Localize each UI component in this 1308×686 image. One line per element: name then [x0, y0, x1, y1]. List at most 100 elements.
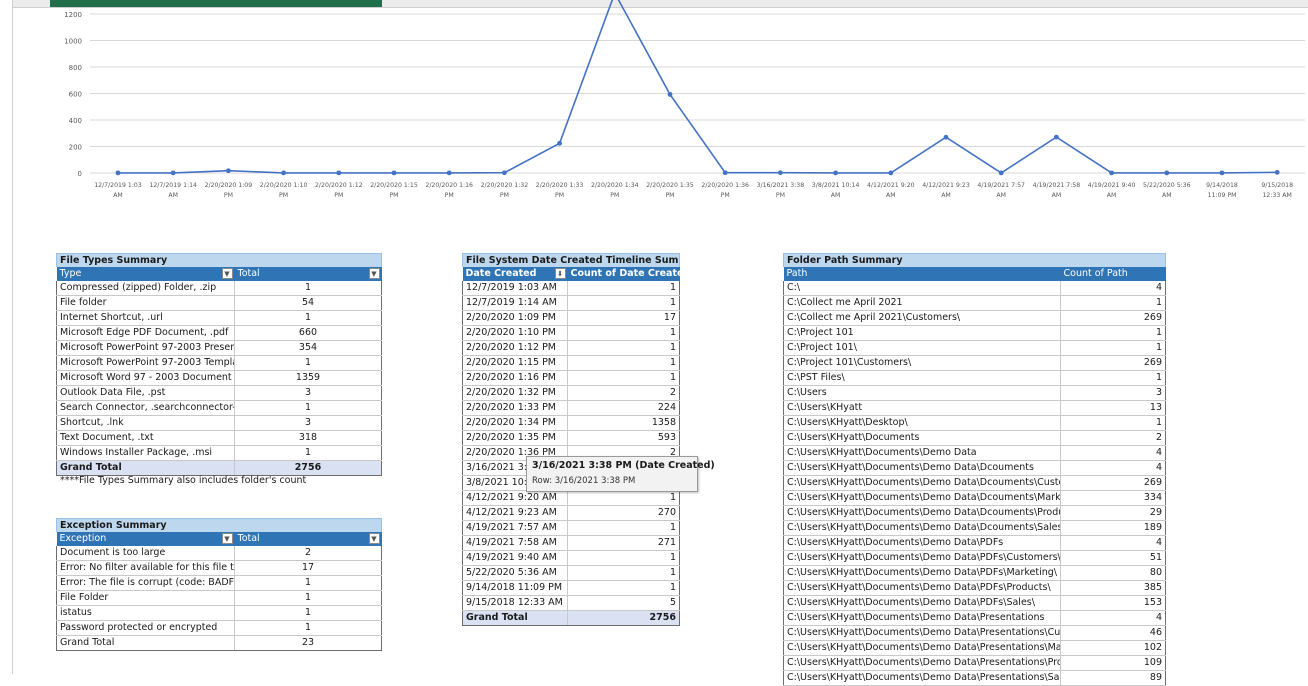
row-label-cell[interactable]: 9/15/2018 12:33 AM — [462, 595, 568, 611]
table-row[interactable]: C:\Project 101 1 — [783, 325, 1166, 341]
table-row[interactable]: 2/20/2020 1:09 PM 17 — [462, 310, 680, 326]
row-label-cell[interactable]: C:\Users\KHyatt\Documents\Demo Data\Pres… — [783, 640, 1061, 656]
table-row[interactable]: C:\PST Files\ 1 — [783, 370, 1166, 386]
row-value-cell[interactable]: 1 — [234, 445, 382, 461]
row-label-cell[interactable]: C:\Users — [783, 385, 1061, 401]
row-value-cell[interactable]: 1 — [1060, 370, 1166, 386]
table-row[interactable]: 2/20/2020 1:10 PM 1 — [462, 325, 680, 341]
row-label-cell[interactable]: 2/20/2020 1:12 PM — [462, 340, 568, 356]
folder-path-table[interactable]: Path Count of Path C:\ 4 C:\Collect me Apr… — [783, 267, 1166, 686]
exception-total-column-header[interactable]: Total ▼ — [234, 532, 382, 546]
table-row[interactable]: C:\Users\KHyatt\Documents\Demo Data\Dcou… — [783, 505, 1166, 521]
table-row[interactable]: C:\Users\KHyatt\Desktop\ 1 — [783, 415, 1166, 431]
row-label-cell[interactable]: 2/20/2020 1:35 PM — [462, 430, 568, 446]
row-value-cell[interactable]: 3 — [234, 385, 382, 401]
row-label-cell[interactable]: 4/19/2021 7:58 AM — [462, 535, 568, 551]
row-value-cell[interactable]: 593 — [567, 430, 680, 446]
row-label-cell[interactable]: C:\Collect me April 2021\Customers\ — [783, 310, 1061, 326]
row-value-cell[interactable]: 17 — [567, 310, 680, 326]
row-value-cell[interactable]: 80 — [1060, 565, 1166, 581]
table-row[interactable]: 4/19/2021 7:58 AM 271 — [462, 535, 680, 551]
row-value-cell[interactable]: 89 — [1060, 670, 1166, 686]
grand-total-value[interactable]: 2756 — [234, 460, 382, 476]
row-label-cell[interactable]: Windows Installer Package, .msi — [56, 445, 235, 461]
table-row[interactable]: C:\Collect me April 2021 1 — [783, 295, 1166, 311]
row-value-cell[interactable]: 102 — [1060, 640, 1166, 656]
row-label-cell[interactable]: 2/20/2020 1:32 PM — [462, 385, 568, 401]
row-label-cell[interactable]: C:\ — [783, 281, 1061, 296]
grand-total-label[interactable]: Grand Total — [56, 460, 235, 476]
table-row[interactable]: C:\Users\KHyatt\Documents\Demo Data\PDFs… — [783, 595, 1166, 611]
table-row[interactable]: C:\Users\KHyatt\Documents\Demo Data\PDFs… — [783, 580, 1166, 596]
table-row[interactable]: Microsoft Edge PDF Document, .pdf 660 — [56, 325, 382, 341]
row-label-cell[interactable]: C:\Users\KHyatt\Documents\Demo Data\PDFs — [783, 535, 1061, 551]
row-value-cell[interactable]: 354 — [234, 340, 382, 356]
data-point[interactable] — [336, 170, 342, 176]
table-row[interactable]: Compressed (zipped) Folder, .zip 1 — [56, 281, 382, 296]
row-label-cell[interactable]: istatus — [56, 605, 235, 621]
row-value-cell[interactable]: 4 — [1060, 610, 1166, 626]
row-value-cell[interactable]: 17 — [234, 560, 382, 576]
row-label-cell[interactable]: C:\Users\KHyatt\Desktop\ — [783, 415, 1061, 431]
row-label-cell[interactable]: C:\Users\KHyatt\Documents\Demo Data\PDFs… — [783, 580, 1061, 596]
row-label-cell[interactable]: Compressed (zipped) Folder, .zip — [56, 281, 235, 296]
row-label-cell[interactable]: C:\Collect me April 2021 — [783, 295, 1061, 311]
data-point[interactable] — [1164, 170, 1170, 176]
data-point[interactable] — [778, 170, 783, 176]
row-value-cell[interactable]: 3 — [1060, 385, 1166, 401]
row-label-cell[interactable]: C:\Project 101\Customers\ — [783, 355, 1061, 371]
row-value-cell[interactable]: 5 — [567, 595, 680, 611]
table-row[interactable]: C:\ 4 — [783, 281, 1166, 296]
row-value-cell[interactable]: 271 — [567, 535, 680, 551]
row-label-cell[interactable]: C:\Users\KHyatt\Documents\Demo Data\PDFs… — [783, 565, 1061, 581]
row-label-cell[interactable]: C:\PST Files\ — [783, 370, 1061, 386]
table-row[interactable]: 4/19/2021 7:57 AM 1 — [462, 520, 680, 536]
row-value-cell[interactable]: 1 — [567, 550, 680, 566]
table-row[interactable]: File Folder 1 — [56, 590, 382, 606]
row-value-cell[interactable]: 269 — [1060, 310, 1166, 326]
table-row[interactable]: Microsoft PowerPoint 97-2003 Presentatio… — [56, 340, 382, 356]
row-value-cell[interactable]: 2 — [234, 546, 382, 561]
row-label-cell[interactable]: 4/12/2021 9:20 AM — [462, 490, 568, 506]
table-row[interactable]: Text Document, .txt 318 — [56, 430, 382, 446]
table-row[interactable]: Error: No filter available for this file… — [56, 560, 382, 576]
row-value-cell[interactable]: 1 — [1060, 325, 1166, 341]
row-label-cell[interactable]: C:\Project 101 — [783, 325, 1061, 341]
data-point[interactable] — [446, 170, 452, 176]
data-point[interactable] — [281, 170, 286, 176]
table-row[interactable]: 2/20/2020 1:16 PM 1 — [462, 370, 680, 386]
row-label-cell[interactable]: 4/19/2021 9:40 AM — [462, 550, 568, 566]
exception-column-header[interactable]: Exception ▼ — [56, 532, 235, 546]
table-row[interactable]: 2/20/2020 1:32 PM 2 — [462, 385, 680, 401]
row-label-cell[interactable]: C:\Users\KHyatt\Documents\Demo Data\Dcou… — [783, 460, 1061, 476]
table-row[interactable]: C:\Project 101\Customers\ 269 — [783, 355, 1166, 371]
row-label-cell[interactable]: C:\Users\KHyatt\Documents\Demo Data\Dcou… — [783, 505, 1061, 521]
table-row[interactable]: 9/15/2018 12:33 AM 5 — [462, 595, 680, 611]
row-value-cell[interactable]: 2 — [1060, 430, 1166, 446]
row-label-cell[interactable]: 2/20/2020 1:16 PM — [462, 370, 568, 386]
row-label-cell[interactable]: 12/7/2019 1:03 AM — [462, 281, 568, 296]
row-value-cell[interactable]: 54 — [234, 295, 382, 311]
data-point[interactable] — [1054, 134, 1059, 140]
row-value-cell[interactable]: 4 — [1060, 535, 1166, 551]
table-row[interactable]: C:\Users\KHyatt\Documents 2 — [783, 430, 1166, 446]
table-row[interactable]: Internet Shortcut, .url 1 — [56, 310, 382, 326]
row-label-cell[interactable]: File folder — [56, 295, 235, 311]
row-label-cell[interactable]: Outlook Data File, .pst — [56, 385, 235, 401]
row-value-cell[interactable]: 1 — [567, 565, 680, 581]
row-value-cell[interactable]: 4 — [1060, 445, 1166, 461]
row-value-cell[interactable]: 1 — [567, 520, 680, 536]
table-row[interactable]: C:\Users\KHyatt\Documents\Demo Data\Dcou… — [783, 490, 1166, 506]
row-label-cell[interactable]: 9/14/2018 11:09 PM — [462, 580, 568, 596]
table-row[interactable]: 4/12/2021 9:23 AM 270 — [462, 505, 680, 521]
grand-total-value[interactable]: 2756 — [567, 610, 680, 626]
table-row[interactable]: C:\Users\KHyatt\Documents\Demo Data\Dcou… — [783, 520, 1166, 536]
data-point[interactable] — [1274, 169, 1280, 175]
table-row[interactable]: Microsoft Word 97 - 2003 Document 1359 — [56, 370, 382, 386]
table-row[interactable]: Shortcut, .lnk 3 — [56, 415, 382, 431]
row-value-cell[interactable]: 51 — [1060, 550, 1166, 566]
row-value-cell[interactable]: 1 — [234, 605, 382, 621]
table-row[interactable]: Search Connector, .searchconnector-ms 1 — [56, 400, 382, 416]
table-row[interactable]: C:\Users\KHyatt\Documents\Demo Data\Dcou… — [783, 460, 1166, 476]
table-row[interactable]: Document is too large 2 — [56, 546, 382, 561]
